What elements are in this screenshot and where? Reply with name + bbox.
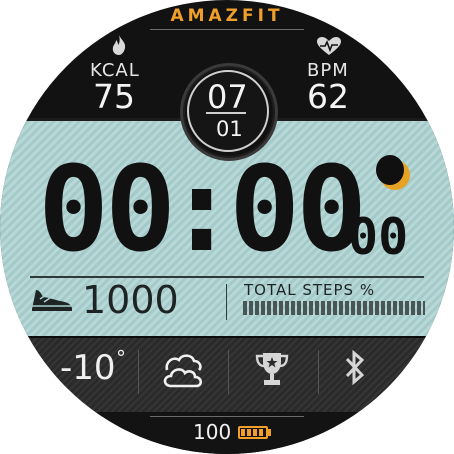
steps-separator — [226, 284, 227, 320]
bpm-value: 62 — [307, 77, 349, 116]
brand-logo: AMAZFIT — [170, 6, 284, 26]
bluetooth-icon — [345, 349, 365, 386]
steps-label: TOTAL STEPS % — [244, 281, 376, 299]
temperature-unit: ° — [116, 346, 126, 370]
battery-value: 100 — [193, 420, 232, 444]
strip-top-border — [0, 336, 454, 338]
steps-progress-bar — [243, 301, 425, 315]
strip-divider — [318, 350, 319, 394]
date-month: 07 — [207, 78, 248, 116]
battery-level — [241, 429, 265, 436]
date-separator — [206, 112, 246, 114]
time-hours: 00 — [38, 140, 176, 278]
cloud-icon — [163, 354, 203, 388]
heart-pulse-icon — [317, 37, 341, 55]
time-seconds: 00 — [348, 208, 409, 266]
time-display: 00:00 — [38, 150, 367, 268]
moon-icon-shade — [376, 155, 404, 185]
watch-face: AMAZFIT KCAL 75 BPM 62 07 01 00:00 00 10… — [0, 0, 454, 454]
time-minutes: 00 — [229, 140, 367, 278]
shoe-icon — [32, 290, 72, 311]
trophy-icon — [255, 353, 289, 385]
bottom-divider — [150, 416, 304, 417]
time-separator: : — [166, 140, 237, 278]
date-day: 01 — [216, 117, 243, 141]
strip-divider — [138, 350, 139, 394]
battery-tip — [268, 429, 271, 436]
steps-value: 1000 — [82, 278, 179, 322]
flame-icon — [112, 35, 126, 55]
brand-divider — [150, 29, 304, 30]
kcal-value: 75 — [93, 77, 135, 116]
temperature-value: -10 — [60, 348, 116, 388]
strip-divider — [228, 350, 229, 394]
